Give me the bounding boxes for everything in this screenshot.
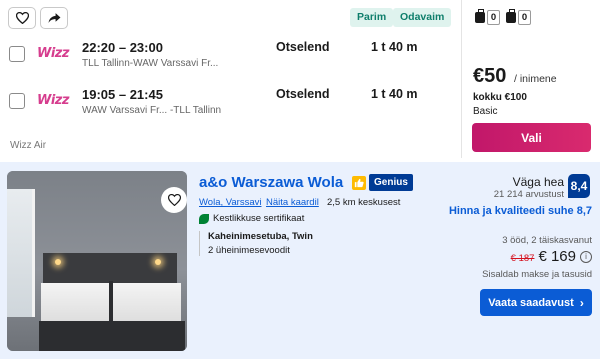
wizz-air-logo: Wizz	[37, 46, 69, 61]
photo-window	[7, 189, 35, 317]
stay-details: 3 ööd, 2 täiskasvanut	[502, 235, 592, 246]
return-time: 19:05 – 21:45	[82, 87, 163, 102]
best-tag: Parim	[350, 8, 394, 27]
chevron-right-icon: ›	[579, 295, 584, 310]
share-arrow-icon	[48, 13, 60, 23]
return-checkbox[interactable]	[9, 93, 25, 109]
sustainability-badge: Kestlikkuse sertifikaat	[199, 213, 304, 224]
cabin-bag-icon	[506, 9, 516, 23]
outbound-duration: 1 t 40 m	[371, 40, 418, 54]
return-duration: 1 t 40 m	[371, 87, 418, 101]
flight-itinerary: Parim Odavaim Wizz 22:20 – 23:00 TLL Tal…	[0, 0, 462, 158]
genius-badge: Genius	[369, 174, 413, 191]
share-flight-button[interactable]	[40, 7, 68, 29]
room-info: Kaheinimesetuba, Twin 2 üheinimesevoodit	[199, 231, 359, 256]
price-per-person: / inimene	[514, 73, 557, 85]
value-for-money-score: Hinna ja kvaliteedi suhe 8,7	[448, 205, 592, 217]
rating-word: Väga hea	[512, 175, 564, 189]
hotel-photo[interactable]	[7, 171, 187, 351]
wizz-air-logo: Wizz	[37, 93, 69, 108]
airline-name: Wizz Air	[10, 140, 47, 151]
leaf-icon	[199, 213, 209, 224]
heart-icon	[15, 12, 29, 24]
cabin-bag-count: 0	[518, 10, 531, 25]
hotel-price-row: € 187 € 169 i	[511, 248, 592, 265]
outbound-route: TLL Tallinn-WAW Varssavi Fr...	[82, 58, 219, 69]
review-count[interactable]: 21 214 arvustust	[494, 189, 564, 200]
room-beds: 2 üheinimesevoodit	[208, 245, 290, 256]
distance-from-center: 2,5 km keskusest	[327, 197, 401, 208]
see-availability-button[interactable]: Vaata saadavust ›	[480, 289, 592, 316]
hotel-name-link[interactable]: a&o Warszawa Wola	[199, 174, 343, 191]
hotel-location-link[interactable]: Wola, Varssavi	[199, 197, 261, 208]
save-flight-button[interactable]	[8, 7, 36, 29]
original-price: € 187	[510, 253, 535, 264]
select-flight-button[interactable]: Vali	[472, 123, 591, 152]
show-on-map-link[interactable]: Näita kaardil	[266, 197, 319, 208]
fare-class: Basic	[473, 106, 498, 117]
personal-item-info: 0	[475, 9, 500, 26]
room-title: Kaheinimesetuba, Twin	[208, 231, 313, 242]
photo-lamp	[55, 259, 61, 265]
cabin-bag-info: 0	[506, 9, 531, 26]
photo-headboard	[43, 253, 177, 283]
rating-score-badge[interactable]: 8,4	[568, 174, 590, 198]
personal-item-count: 0	[487, 10, 500, 25]
see-availability-label: Vaata saadavust	[488, 296, 574, 309]
personal-item-icon	[475, 9, 485, 23]
discounted-price: € 169	[538, 248, 576, 265]
info-icon[interactable]: i	[580, 250, 592, 263]
return-route: WAW Varssavi Fr... -TLL Tallinn	[82, 105, 222, 116]
photo-bedframe	[39, 281, 185, 351]
outbound-checkbox[interactable]	[9, 46, 25, 62]
taxes-included-note: Sisaldab makse ja tasusid	[482, 269, 592, 280]
cheapest-tag: Odavaim	[393, 8, 452, 27]
outbound-stops: Otselend	[276, 40, 330, 54]
outbound-time: 22:20 – 23:00	[82, 40, 163, 55]
save-hotel-button[interactable]	[161, 187, 187, 213]
outbound-leg: Wizz 22:20 – 23:00 TLL Tallinn-WAW Varss…	[0, 36, 462, 76]
photo-lamp	[155, 259, 161, 265]
heart-icon	[167, 194, 181, 206]
flight-result-card: Parim Odavaim Wizz 22:20 – 23:00 TLL Tal…	[0, 0, 600, 158]
return-leg: Wizz 19:05 – 21:45 WAW Varssavi Fr... -T…	[0, 83, 462, 123]
thumbs-up-icon	[352, 176, 366, 190]
flight-total-price: kokku €100	[473, 92, 527, 103]
flight-price: €50	[473, 65, 507, 87]
sustainability-label: Kestlikkuse sertifikaat	[213, 213, 305, 224]
hotel-result-card: a&o Warszawa Wola Genius Wola, Varssavi …	[0, 162, 600, 359]
return-stops: Otselend	[276, 87, 330, 101]
